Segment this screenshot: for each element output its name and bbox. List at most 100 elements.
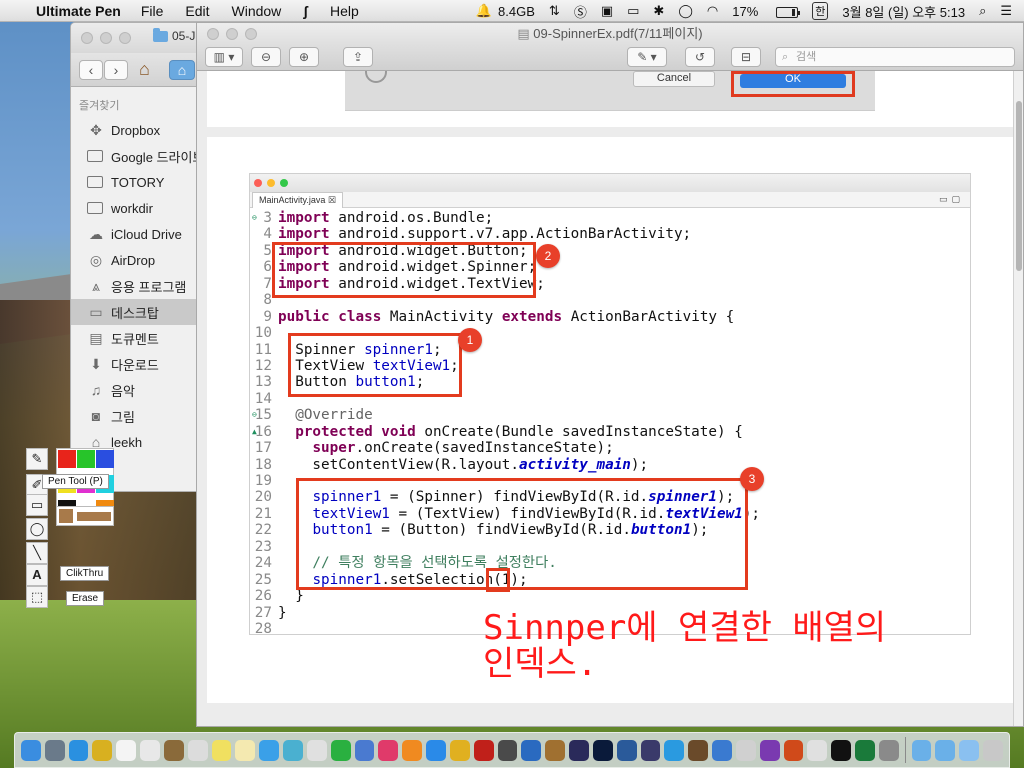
menu-help[interactable]: Help xyxy=(330,3,359,19)
sublime-icon[interactable] xyxy=(497,739,518,761)
wifi-icon[interactable]: ◠ xyxy=(707,3,718,19)
menu-window[interactable]: Window xyxy=(232,3,282,19)
sidebar-item[interactable]: ◎ AirDrop xyxy=(71,247,209,273)
zoom-in-button[interactable]: ⊕ xyxy=(289,47,319,67)
box-icon[interactable] xyxy=(688,739,709,761)
chrome-icon[interactable] xyxy=(92,739,113,761)
menu-file[interactable]: File xyxy=(141,3,164,19)
battery-icon[interactable] xyxy=(762,4,801,19)
eclipse2-icon[interactable] xyxy=(640,739,661,761)
keynote-icon[interactable] xyxy=(354,739,375,761)
menu-edit[interactable]: Edit xyxy=(185,3,209,19)
excel-icon[interactable] xyxy=(854,739,875,761)
preview-icon[interactable] xyxy=(306,739,327,761)
back-button[interactable]: ‹ xyxy=(79,60,103,80)
clock[interactable]: 3월 8일 (일) 오후 5:13 xyxy=(842,2,965,21)
s-app-icon[interactable] xyxy=(616,739,637,761)
sidebar-item[interactable]: ◙ 그림 xyxy=(71,403,209,429)
scrollbar-thumb[interactable] xyxy=(1016,101,1022,271)
color-swatch[interactable] xyxy=(77,450,95,468)
rotate-button[interactable]: ↺ xyxy=(685,47,715,67)
camera-icon[interactable]: ▣ xyxy=(601,3,613,19)
network-activity-icon[interactable]: ⇅ xyxy=(549,3,560,19)
sidebar-item[interactable]: ⩓ 응용 프로그램 xyxy=(71,273,209,299)
battery-percent[interactable]: 17% xyxy=(732,4,758,19)
brush-small[interactable] xyxy=(59,509,73,523)
finder-icon[interactable] xyxy=(21,739,41,761)
calendar-icon[interactable] xyxy=(116,739,137,761)
presenter-icon[interactable] xyxy=(807,739,828,761)
checkmark-icon[interactable] xyxy=(664,739,685,761)
numbers-icon[interactable] xyxy=(330,739,351,761)
spotlight-search-icon[interactable]: ⌕ xyxy=(979,3,986,19)
coffee-icon[interactable] xyxy=(545,739,566,761)
eclipse-icon[interactable] xyxy=(569,739,589,761)
sysprefs-icon[interactable] xyxy=(878,739,899,761)
terminal-icon[interactable] xyxy=(831,739,851,761)
pencil-tool-icon[interactable]: ✎ xyxy=(26,448,48,470)
vm-icon[interactable] xyxy=(759,739,780,761)
clock-icon[interactable] xyxy=(187,739,208,761)
sidebar-item[interactable]: ▭ 데스크탑 xyxy=(71,299,209,325)
appstore-icon[interactable] xyxy=(426,739,446,761)
notes-icon[interactable] xyxy=(235,739,256,761)
transmit-icon[interactable] xyxy=(521,739,542,761)
stickies-icon[interactable] xyxy=(211,739,232,761)
bluetooth-icon[interactable]: ✱ xyxy=(653,3,664,19)
sidebar-item[interactable]: ♫ 음악 xyxy=(71,377,209,403)
erase-button[interactable]: Erase xyxy=(66,591,105,606)
sidebar-item[interactable]: workdir xyxy=(71,195,209,221)
notes-brown-icon[interactable] xyxy=(163,739,184,761)
toolbox-button[interactable]: ⊟ xyxy=(731,47,761,67)
notification-bell-icon[interactable]: 🔔 xyxy=(476,3,492,19)
forward-button[interactable]: › xyxy=(104,60,128,80)
ellipse-tool-icon[interactable]: ◯ xyxy=(26,518,48,540)
sidebar-item[interactable]: Google 드라이브 xyxy=(71,143,209,169)
photos-icon[interactable] xyxy=(283,739,303,761)
folder-blue-icon[interactable] xyxy=(911,739,932,761)
trash-icon[interactable] xyxy=(983,739,1003,761)
sequel-icon[interactable] xyxy=(449,739,470,761)
messages-icon[interactable] xyxy=(259,739,280,761)
selection-tool-icon[interactable]: ⬚ xyxy=(26,586,48,608)
color-swatch[interactable] xyxy=(58,450,76,468)
folder-blue2-icon[interactable] xyxy=(935,739,956,761)
minimize-button[interactable] xyxy=(226,28,238,40)
sidebar-item[interactable]: ✥ Dropbox xyxy=(71,117,209,143)
text-tool-icon[interactable]: A xyxy=(26,564,48,586)
safari-icon[interactable] xyxy=(68,739,89,761)
xcode-icon[interactable] xyxy=(712,739,732,761)
brush-large[interactable] xyxy=(77,512,111,521)
finder-tab[interactable]: 05-J xyxy=(153,27,195,43)
launchpad-icon[interactable] xyxy=(44,739,65,761)
notification-center-icon[interactable]: ☰ xyxy=(1000,3,1012,19)
input-source-indicator[interactable]: 한 xyxy=(812,2,829,20)
sidebar-item[interactable]: ☁ iCloud Drive xyxy=(71,221,209,247)
memory-status[interactable]: 8.4GB xyxy=(498,4,535,19)
markup-button[interactable]: ✎ ▾ xyxy=(627,47,667,67)
close-button[interactable] xyxy=(207,28,219,40)
sidebar-toggle-button[interactable]: ▥ ▾ xyxy=(205,47,243,67)
ibooks-icon[interactable] xyxy=(402,739,423,761)
reminders-icon[interactable] xyxy=(140,739,160,761)
photoshop-icon[interactable] xyxy=(592,739,613,761)
downloads-stack-icon[interactable] xyxy=(959,739,980,761)
sidebar-item[interactable]: ▤ 도큐멘트 xyxy=(71,325,209,351)
pen-app-icon[interactable] xyxy=(735,739,756,761)
itunes-icon[interactable] xyxy=(378,739,399,761)
clickthru-button[interactable]: ClikThru xyxy=(60,566,110,581)
color-swatch[interactable] xyxy=(96,450,114,468)
sidebar-item[interactable]: TOTORY xyxy=(71,169,209,195)
messages-status-icon[interactable]: ◯ xyxy=(678,3,693,19)
zoom-button[interactable] xyxy=(245,28,257,40)
pdf-content-area[interactable]: Cancel OK MainActivity.java ☒ ▭▢ 3 ⊖ impor… xyxy=(197,71,1023,726)
powerpoint-icon[interactable] xyxy=(783,739,804,761)
sidebar-item[interactable]: ⬇ 다운로드 xyxy=(71,351,209,377)
close-button[interactable] xyxy=(81,32,93,44)
airplay-icon[interactable]: ▭ xyxy=(627,3,639,19)
search-input[interactable]: 검색 xyxy=(775,47,1015,67)
app-menu[interactable]: Ultimate Pen xyxy=(36,3,121,19)
folder-path-icon[interactable]: ⌂ xyxy=(169,60,195,80)
line-tool-icon[interactable]: ╲ xyxy=(26,542,48,564)
home-icon[interactable]: ⌂ xyxy=(139,59,150,80)
